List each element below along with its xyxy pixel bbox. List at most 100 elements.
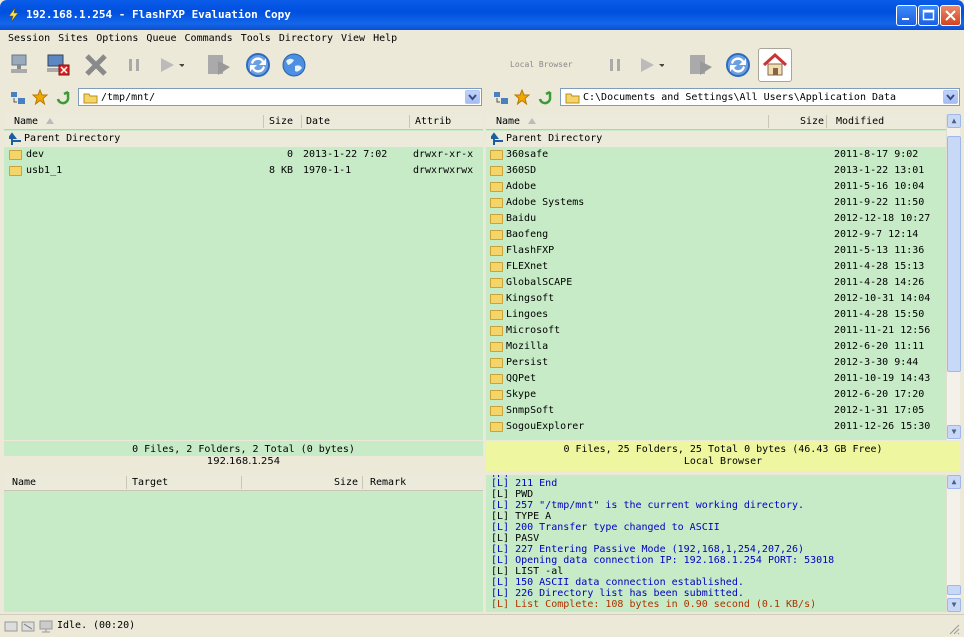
home-button[interactable] — [758, 48, 792, 82]
pause-button[interactable] — [120, 51, 148, 79]
menu-sites[interactable]: Sites — [56, 33, 90, 44]
menu-commands[interactable]: Commands — [183, 33, 235, 44]
queue-col-name[interactable]: Name — [12, 477, 36, 488]
up-folder-icon[interactable] — [537, 89, 553, 105]
file-row[interactable]: SogouExplorer 2011-12-26 15:30 — [486, 419, 946, 435]
folder-icon — [490, 310, 503, 320]
up-arrow-icon — [9, 132, 21, 145]
log-scrollbar[interactable]: ▲ ▼ — [946, 475, 961, 612]
left-path-dropdown[interactable] — [465, 90, 480, 104]
file-name: FLEXnet — [506, 261, 549, 272]
menu-directory[interactable]: Directory — [277, 33, 335, 44]
scroll-up-arrow[interactable]: ▲ — [947, 114, 961, 128]
scroll-down-arrow[interactable]: ▼ — [947, 425, 961, 439]
file-row[interactable]: GlobalSCAPE 2011-4-28 14:26 — [486, 275, 946, 291]
file-row[interactable]: Adobe 2011-5-16 10:04 — [486, 179, 946, 195]
log-line: [L] 200 Transfer type changed to ASCII — [491, 522, 720, 533]
log-line: [L] 150 ASCII data connection establishe… — [491, 577, 744, 588]
scroll-up-arrow[interactable]: ▲ — [947, 475, 961, 489]
folder-icon — [490, 278, 503, 288]
file-row[interactable]: Skype 2012-6-20 17:20 — [486, 387, 946, 403]
menu-view[interactable]: View — [339, 33, 367, 44]
scroll-thumb[interactable] — [947, 136, 961, 372]
left-summary: 0 Files, 2 Folders, 2 Total (0 bytes) — [132, 444, 355, 455]
file-row[interactable]: usb1_1 8 KB 1970-1-1 drwxrwxrwx — [4, 163, 483, 179]
menu-queue[interactable]: Queue — [144, 33, 178, 44]
local-remote-icon[interactable] — [493, 90, 509, 106]
close-button[interactable] — [940, 5, 961, 26]
star-icon[interactable] — [514, 89, 530, 105]
col-date-header[interactable]: Date — [306, 116, 330, 127]
left-path-value: /tmp/mnt/ — [101, 92, 156, 103]
log-line: [L] List Complete: 108 bytes in 0.90 sec… — [491, 599, 817, 610]
refresh-button[interactable] — [244, 51, 272, 79]
refresh-list-button[interactable] — [206, 51, 234, 79]
right-pause-button[interactable] — [601, 51, 629, 79]
maximize-button[interactable] — [918, 5, 939, 26]
right-refresh-list-button[interactable] — [688, 51, 716, 79]
star-icon[interactable] — [32, 89, 48, 105]
file-row[interactable]: Mozilla 2012-6-20 11:11 — [486, 339, 946, 355]
site-browser-button[interactable] — [280, 51, 308, 79]
scroll-thumb[interactable] — [947, 585, 961, 595]
transfer-button[interactable] — [156, 51, 184, 79]
folder-icon — [490, 262, 503, 272]
file-name: Microsoft — [506, 325, 561, 336]
connect-button[interactable] — [8, 51, 36, 79]
file-row[interactable]: dev 0 2013-1-22 7:02 drwxr-xr-x — [4, 147, 483, 163]
up-folder-icon[interactable] — [55, 89, 71, 105]
folder-icon — [490, 230, 503, 240]
file-name: QQPet — [506, 373, 537, 384]
col-attrib-header[interactable]: Attrib — [415, 116, 451, 127]
menu-tools[interactable]: Tools — [239, 33, 273, 44]
file-modified: 2011-8-17 9:02 — [834, 149, 919, 160]
disconnect-button[interactable] — [44, 51, 72, 79]
col-name-header[interactable]: Name — [496, 116, 520, 127]
col-size-header[interactable]: Size — [269, 116, 293, 127]
right-path-dropdown[interactable] — [943, 90, 958, 104]
right-refresh-button[interactable] — [724, 51, 752, 79]
abort-button[interactable] — [82, 51, 110, 79]
menu-help[interactable]: Help — [371, 33, 399, 44]
file-row[interactable]: FLEXnet 2011-4-28 15:13 — [486, 259, 946, 275]
right-list-scrollbar[interactable]: ▲ ▼ — [946, 114, 961, 440]
left-list-header: Name Size Date Attrib — [4, 114, 483, 130]
file-modified: 2012-12-18 10:27 — [834, 213, 931, 224]
right-transfer-button[interactable] — [636, 51, 664, 79]
file-row[interactable]: 360safe 2011-8-17 9:02 — [486, 147, 946, 163]
file-row[interactable]: SnmpSoft 2012-1-31 17:05 — [486, 403, 946, 419]
local-remote-icon[interactable] — [10, 90, 26, 106]
file-row[interactable]: Baidu 2012-12-18 10:27 — [486, 211, 946, 227]
file-row[interactable]: Adobe Systems 2011-9-22 11:50 — [486, 195, 946, 211]
right-path-input[interactable]: C:\Documents and Settings\All Users\Appl… — [560, 88, 960, 106]
file-row[interactable]: Kingsoft 2012-10-31 14:04 — [486, 291, 946, 307]
file-modified: 2012-3-30 9:44 — [834, 357, 919, 368]
left-path-input[interactable]: /tmp/mnt/ — [78, 88, 482, 106]
file-row[interactable]: Microsoft 2011-11-21 12:56 — [486, 323, 946, 339]
file-row[interactable]: Baofeng 2012-9-7 12:14 — [486, 227, 946, 243]
file-row[interactable]: Lingoes 2011-4-28 15:50 — [486, 307, 946, 323]
menu-options[interactable]: Options — [94, 33, 140, 44]
scroll-down-arrow[interactable]: ▼ — [947, 598, 961, 612]
log-line-clipped: [L] — [491, 475, 509, 477]
col-size-header[interactable]: Size — [800, 116, 824, 127]
left-file-list: Parent Directory dev 0 2013-1-22 7:02 dr… — [4, 130, 483, 440]
menu-session[interactable]: Session — [6, 33, 52, 44]
file-row[interactable]: Persist 2012-3-30 9:44 — [486, 355, 946, 371]
file-name: FlashFXP — [506, 245, 555, 256]
queue-col-size[interactable]: Size — [334, 477, 358, 488]
file-modified: 2011-4-28 15:50 — [834, 309, 925, 320]
file-row[interactable]: QQPet 2011-10-19 14:43 — [486, 371, 946, 387]
resize-grip-icon[interactable] — [948, 623, 960, 635]
parent-directory-row[interactable]: Parent Directory — [4, 131, 483, 147]
file-row[interactable]: FlashFXP 2011-5-13 11:36 — [486, 243, 946, 259]
col-name-header[interactable]: Name — [14, 116, 38, 127]
parent-directory-row[interactable]: Parent Directory — [486, 131, 946, 147]
col-modified-header[interactable]: Modified — [836, 116, 884, 127]
queue-col-remark[interactable]: Remark — [370, 477, 406, 488]
file-row[interactable]: 360SD 2013-1-22 13:01 — [486, 163, 946, 179]
file-name: Mozilla — [506, 341, 549, 352]
queue-col-target[interactable]: Target — [132, 477, 168, 488]
minimize-button[interactable] — [896, 5, 917, 26]
folder-icon — [490, 198, 503, 208]
